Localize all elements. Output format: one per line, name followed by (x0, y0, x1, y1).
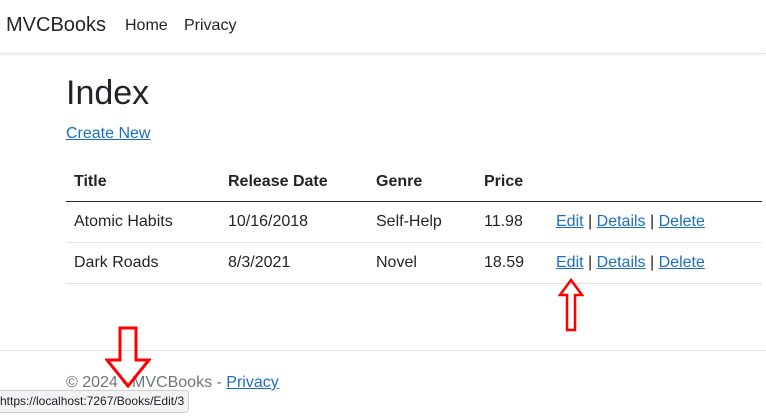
nav-privacy-link[interactable]: Privacy (184, 17, 236, 35)
brand-link[interactable]: MVCBooks (6, 14, 106, 37)
books-table: Title Release Date Genre Price Atomic Ha… (66, 162, 762, 284)
cell-actions: Edit | Details | Delete (548, 201, 762, 243)
table-row: Atomic Habits 10/16/2018 Self-Help 11.98… (66, 201, 762, 243)
action-separator: | (588, 254, 597, 271)
delete-link[interactable]: Delete (659, 254, 705, 271)
cell-price: 18.59 (476, 242, 548, 284)
delete-link[interactable]: Delete (659, 213, 705, 230)
cell-release-date: 10/16/2018 (220, 201, 368, 243)
column-header-genre: Genre (368, 162, 476, 202)
action-separator: | (650, 254, 659, 271)
up-arrow-icon (558, 278, 584, 332)
down-arrow-icon (105, 326, 151, 388)
cell-release-date: 8/3/2021 (220, 242, 368, 284)
edit-link[interactable]: Edit (556, 213, 584, 230)
cell-title: Dark Roads (66, 242, 220, 284)
cell-genre: Novel (368, 242, 476, 284)
table-header-row: Title Release Date Genre Price (66, 162, 762, 202)
nav-home-link[interactable]: Home (125, 17, 168, 35)
cell-genre: Self-Help (368, 201, 476, 243)
edit-link[interactable]: Edit (556, 254, 584, 271)
status-url-text: https://localhost:7267/Books/Edit/3 (0, 394, 185, 408)
column-header-title: Title (66, 162, 220, 202)
page-title: Index (66, 74, 150, 112)
action-separator: | (588, 213, 597, 230)
footer-privacy-link[interactable]: Privacy (226, 374, 278, 391)
navbar: MVCBooks Home Privacy (0, 0, 766, 54)
create-new-link[interactable]: Create New (66, 125, 150, 143)
status-bar-url: https://localhost:7267/Books/Edit/3 (0, 390, 190, 413)
table-row: Dark Roads 8/3/2021 Novel 18.59 Edit | D… (66, 242, 762, 284)
details-link[interactable]: Details (597, 213, 646, 230)
action-separator: | (650, 213, 659, 230)
cell-title: Atomic Habits (66, 201, 220, 243)
page: MVCBooks Home Privacy Index Create New T… (0, 0, 766, 418)
column-header-release-date: Release Date (220, 162, 368, 202)
details-link[interactable]: Details (597, 254, 646, 271)
column-header-actions (548, 162, 762, 202)
cell-price: 11.98 (476, 201, 548, 243)
column-header-price: Price (476, 162, 548, 202)
